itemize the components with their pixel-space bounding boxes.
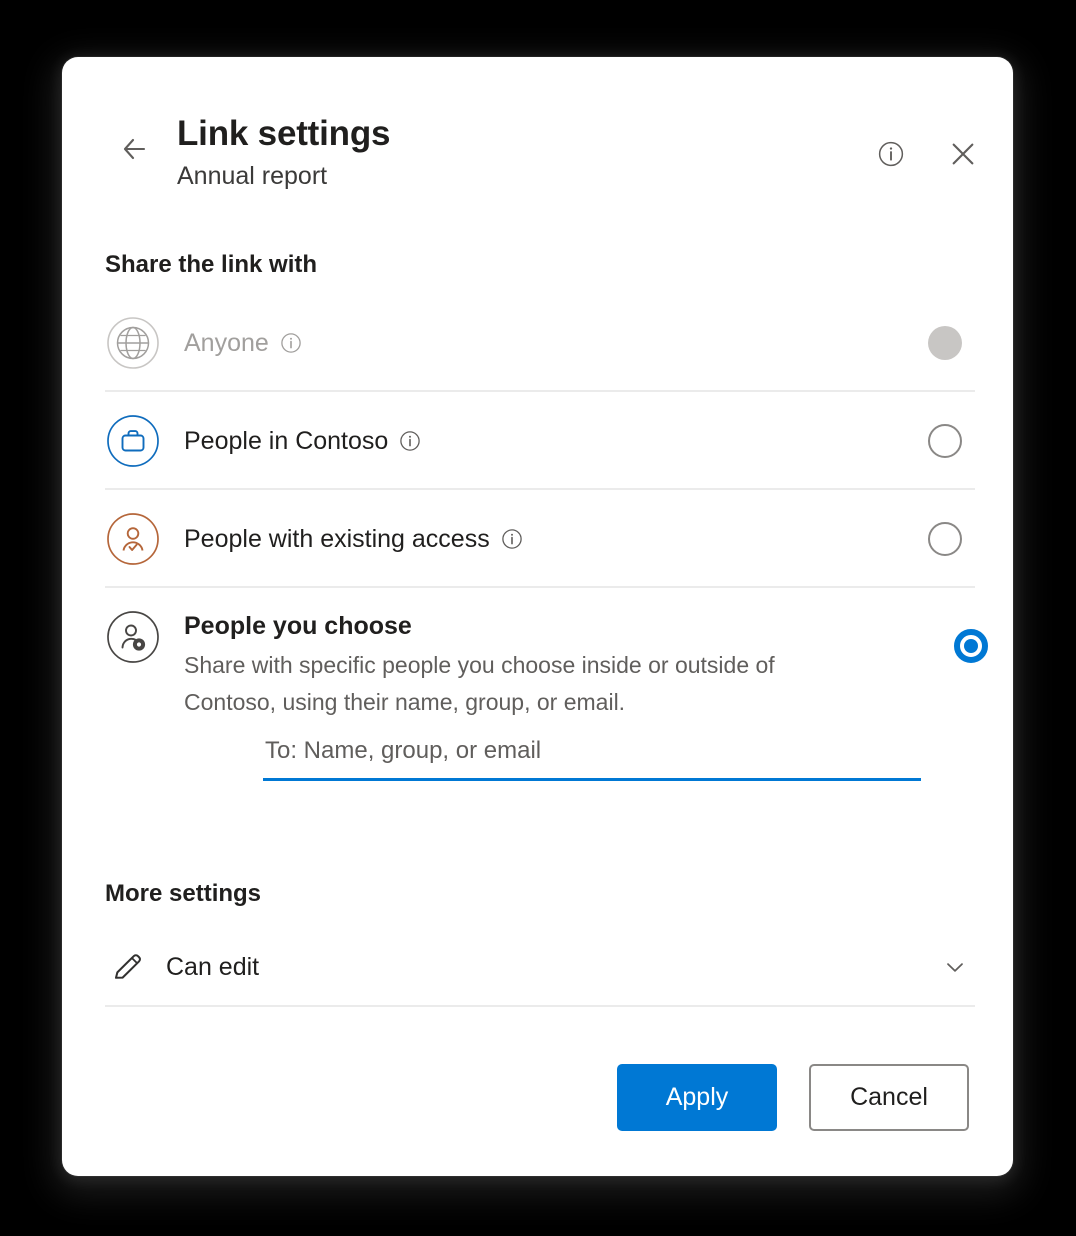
more-settings-heading: More settings	[105, 880, 262, 907]
share-option-label: Anyone	[184, 329, 269, 357]
people-you-choose-radio-wrap	[941, 618, 1001, 674]
anyone-body: Anyone	[161, 294, 915, 371]
chevron-down-wrap[interactable]	[935, 953, 975, 981]
briefcase-icon	[107, 415, 159, 467]
info-circle-icon[interactable]	[500, 527, 524, 551]
permission-selector[interactable]: Can edit	[105, 929, 975, 1007]
pencil-icon	[114, 954, 141, 979]
close-icon	[952, 143, 974, 165]
info-circle-icon	[878, 141, 904, 167]
info-circle-icon[interactable]	[398, 429, 422, 453]
chevron-down-icon	[947, 963, 963, 972]
link-settings-dialog: Link settings Annual report Share the li…	[62, 57, 1013, 1176]
info-button[interactable]	[869, 132, 913, 176]
apply-button[interactable]: Apply	[617, 1064, 777, 1131]
person-check-icon	[107, 513, 159, 565]
share-options-list: Anyone People in Contoso People with exi…	[105, 294, 988, 787]
anyone-radio-wrap	[915, 315, 975, 371]
share-option-radio[interactable]	[954, 629, 988, 663]
arrow-left-icon	[123, 138, 146, 160]
permission-label: Can edit	[166, 952, 260, 981]
info-circle-icon[interactable]	[279, 331, 303, 355]
share-option-radio[interactable]	[928, 522, 962, 556]
share-option-label: People with existing access	[184, 525, 490, 553]
header-actions	[869, 132, 985, 176]
screen: Link settings Annual report Share the li…	[0, 0, 1076, 1236]
share-option-people-you-choose[interactable]: People you choose Share with specific pe…	[105, 588, 988, 787]
globe-icon-wrap	[105, 315, 161, 371]
pencil-icon-wrap	[105, 949, 151, 985]
share-option-anyone[interactable]: Anyone	[105, 294, 975, 392]
close-button[interactable]	[941, 132, 985, 176]
contoso-body: People in Contoso	[161, 392, 915, 469]
anyone-label-line: Anyone	[184, 315, 895, 371]
dialog-header: Link settings Annual report	[62, 57, 1013, 207]
existing-access-radio-wrap	[915, 511, 975, 567]
share-section-heading: Share the link with	[105, 251, 318, 278]
recipient-field-wrap	[263, 731, 921, 781]
globe-icon	[107, 317, 159, 369]
person-settings-icon-wrap	[105, 609, 161, 665]
share-option-radio[interactable]	[928, 424, 962, 458]
contoso-label-line: People in Contoso	[184, 413, 895, 469]
person-check-icon-wrap	[105, 511, 161, 567]
briefcase-icon-wrap	[105, 413, 161, 469]
dialog-subtitle: Annual report	[177, 162, 328, 190]
people-you-choose-body: People you choose Share with specific pe…	[161, 588, 941, 787]
contoso-radio-wrap	[915, 413, 975, 469]
share-option-radio[interactable]	[928, 326, 962, 360]
share-option-label: People you choose	[184, 612, 412, 640]
share-option-label: People in Contoso	[184, 427, 389, 455]
back-button[interactable]	[114, 129, 154, 169]
person-settings-icon	[107, 611, 159, 663]
recipient-input[interactable]	[263, 731, 921, 781]
dialog-footer: Apply Cancel	[617, 1064, 969, 1131]
share-option-existing-access[interactable]: People with existing access	[105, 490, 975, 588]
existing-access-body: People with existing access	[161, 490, 915, 567]
page-title: Link settings	[177, 114, 391, 153]
people-you-choose-label-line: People you choose	[184, 609, 921, 643]
share-option-people-in-contoso[interactable]: People in Contoso	[105, 392, 975, 490]
share-option-description: Share with specific people you choose in…	[184, 652, 775, 715]
existing-access-label-line: People with existing access	[184, 511, 895, 567]
cancel-button[interactable]: Cancel	[809, 1064, 969, 1131]
title-block: Link settings Annual report	[177, 112, 390, 193]
